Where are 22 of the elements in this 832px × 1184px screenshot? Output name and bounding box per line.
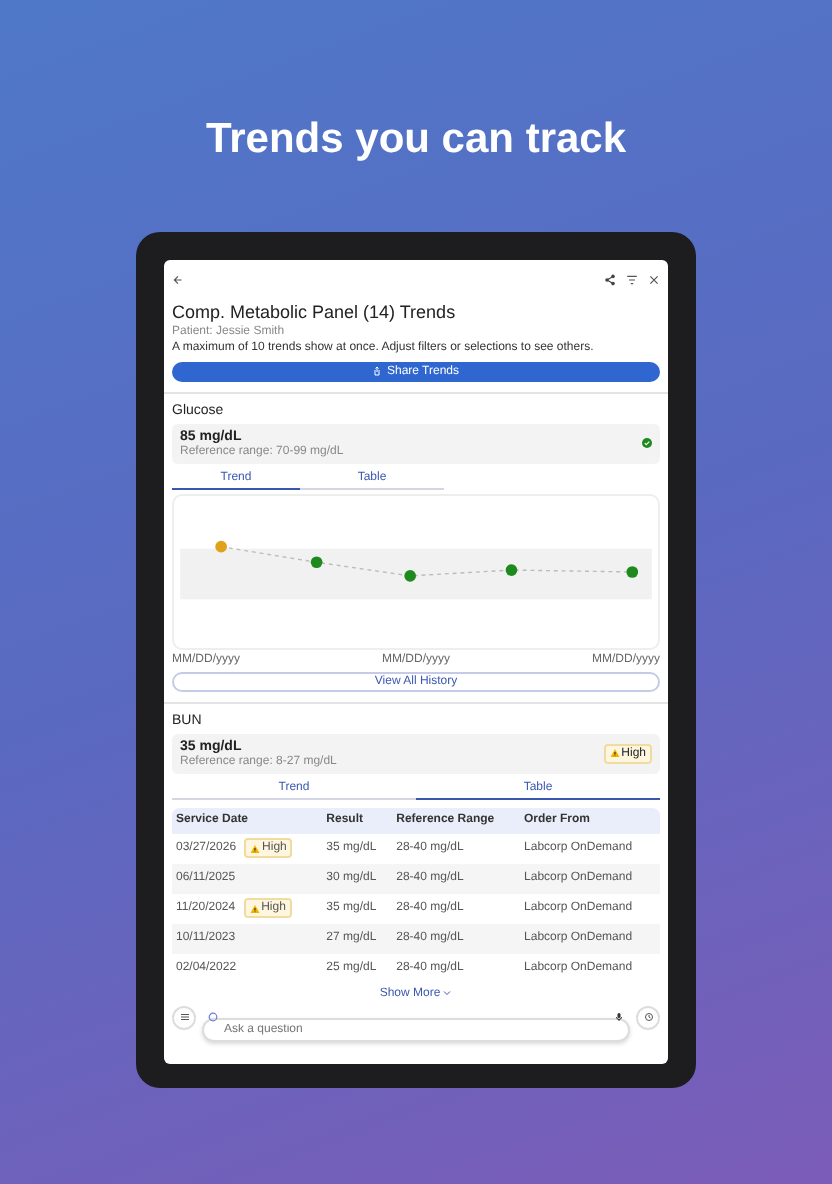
menu-icon bbox=[179, 1012, 189, 1023]
history-button[interactable] bbox=[636, 1005, 660, 1030]
data-point[interactable] bbox=[505, 564, 518, 576]
check-circle-icon bbox=[642, 438, 652, 449]
warning-icon bbox=[250, 843, 261, 854]
ring-icon bbox=[208, 1012, 218, 1023]
upload-icon bbox=[372, 366, 383, 377]
chevron-down-icon bbox=[442, 988, 453, 999]
warning-icon bbox=[609, 748, 620, 759]
microphone-icon[interactable] bbox=[614, 1012, 624, 1023]
back-icon[interactable] bbox=[172, 274, 184, 286]
headline: Trends you can track bbox=[205, 116, 627, 164]
page-title: Comp. Metabolic Panel (14) Trends bbox=[172, 302, 458, 322]
share-icon[interactable] bbox=[604, 274, 616, 286]
close-icon[interactable] bbox=[648, 274, 660, 286]
data-point[interactable] bbox=[626, 565, 639, 578]
data-point[interactable] bbox=[404, 569, 416, 582]
menu-button[interactable] bbox=[172, 1005, 196, 1030]
data-point[interactable] bbox=[310, 556, 323, 568]
warning-icon bbox=[249, 903, 260, 914]
filter-icon[interactable] bbox=[626, 274, 638, 286]
clock-icon bbox=[643, 1012, 653, 1023]
